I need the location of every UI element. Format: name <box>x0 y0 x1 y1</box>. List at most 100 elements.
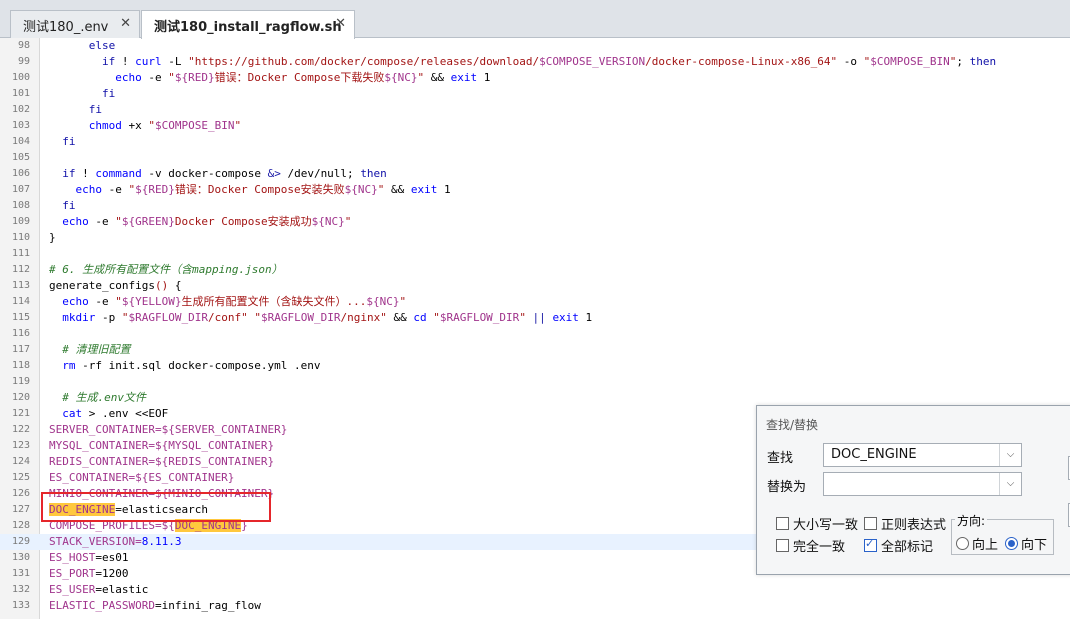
chevron-down-icon[interactable]: ⌵ <box>999 473 1021 495</box>
find-label: 查找 <box>767 451 794 466</box>
find-replace-dialog: 查找/替换 查找 DOC_ENGINE ⌵ 替换为 ⌵ 大小写一致 正则表达式 … <box>756 405 1070 575</box>
replace-input[interactable]: ⌵ <box>823 472 1022 496</box>
code-text: echo -e "${YELLOW}生成所有配置文件（含缺失文件）...${NC… <box>62 295 407 308</box>
red-annotation-box <box>41 492 271 522</box>
line-number: 119 <box>11 376 30 387</box>
code-text: fi <box>62 199 76 212</box>
code-line: 99 if ! curl -L "https://github.com/dock… <box>0 54 1070 70</box>
line-number: 126 <box>11 488 30 499</box>
code-line: 107 echo -e "${RED}错误：Docker Compose安装失败… <box>0 182 1070 198</box>
code-line: 120 # 生成.env文件 <box>0 390 1070 406</box>
line-number: 113 <box>11 280 30 291</box>
dialog-title: 查找/替换 <box>766 418 819 432</box>
line-number: 98 <box>17 40 30 51</box>
code-line: 117 # 清理旧配置 <box>0 342 1070 358</box>
code-line: 116 <box>0 326 1070 342</box>
line-number: 122 <box>11 424 30 435</box>
code-line: 115 mkdir -p "$RAGFLOW_DIR/conf" "$RAGFL… <box>0 310 1070 326</box>
code-line: 114 echo -e "${YELLOW}生成所有配置文件（含缺失文件）...… <box>0 294 1070 310</box>
code-line: 106 if ! command -v docker-compose &> /d… <box>0 166 1070 182</box>
close-icon[interactable]: ✕ <box>120 16 131 31</box>
code-text: rm -rf init.sql docker-compose.yml .env <box>62 359 321 372</box>
code-text: mkdir -p "$RAGFLOW_DIR/conf" "$RAGFLOW_D… <box>62 311 593 324</box>
line-number: 129 <box>11 536 30 547</box>
code-text: ELASTIC_PASSWORD=infini_rag_flow <box>49 599 261 612</box>
checkbox-label: 正则表达式 <box>881 518 947 533</box>
line-number: 130 <box>11 552 30 563</box>
line-number: 101 <box>11 88 30 99</box>
checkbox-icon <box>776 539 789 552</box>
code-line: 112 # 6. 生成所有配置文件（含mapping.json） <box>0 262 1070 278</box>
mark-all-checkbox[interactable]: 全部标记 <box>864 536 933 555</box>
tab-bar: 测试180_.env ✕ 测试180_install_ragflow.sh ✕ <box>0 0 1070 39</box>
radio-icon <box>956 537 969 550</box>
radio-selected-icon <box>1005 537 1018 550</box>
code-line: 132 ES_USER=elastic <box>0 582 1070 598</box>
checkbox-icon <box>776 517 789 530</box>
code-text: ES_USER=elastic <box>49 583 149 596</box>
line-number: 125 <box>11 472 30 483</box>
line-number: 103 <box>11 120 30 131</box>
code-text: # 清理旧配置 <box>62 343 131 356</box>
direction-up-radio[interactable]: 向上 <box>956 534 998 553</box>
code-text: fi <box>88 103 102 116</box>
checkbox-label: 大小写一致 <box>793 518 859 533</box>
line-number: 105 <box>11 152 30 163</box>
close-icon[interactable]: ✕ <box>335 16 346 31</box>
code-line: 110} <box>0 230 1070 246</box>
code-line: 101 fi <box>0 86 1070 102</box>
line-number: 132 <box>11 584 30 595</box>
code-line: 102 fi <box>0 102 1070 118</box>
find-input-value: DOC_ENGINE <box>831 447 917 462</box>
code-text: echo -e "${RED}错误：Docker Compose安装失败${NC… <box>75 183 451 196</box>
code-text: ES_PORT=1200 <box>49 567 129 580</box>
find-input[interactable]: DOC_ENGINE ⌵ <box>823 443 1022 467</box>
checkbox-label: 完全一致 <box>793 540 846 555</box>
line-number: 114 <box>11 296 30 307</box>
whole-word-checkbox[interactable]: 完全一致 <box>776 536 845 555</box>
line-number: 110 <box>11 232 30 243</box>
line-number: 124 <box>11 456 30 467</box>
checkbox-icon <box>864 517 877 530</box>
code-line: 113 generate_configs() { <box>0 278 1070 294</box>
line-number: 100 <box>11 72 30 83</box>
regex-checkbox[interactable]: 正则表达式 <box>864 514 946 533</box>
code-text: cat > .env <<EOF <box>62 407 169 420</box>
code-text: fi <box>101 87 116 100</box>
code-line: 111 <box>0 246 1070 262</box>
tab-install-script[interactable]: 测试180_install_ragflow.sh ✕ <box>141 10 355 39</box>
line-number: 117 <box>11 344 30 355</box>
line-number: 121 <box>11 408 30 419</box>
tab-label: 测试180_.env <box>23 20 109 35</box>
line-number: 128 <box>11 520 30 531</box>
line-number: 118 <box>11 360 30 371</box>
code-line: 118 rm -rf init.sql docker-compose.yml .… <box>0 358 1070 374</box>
code-line: 103 chmod +x "$COMPOSE_BIN" <box>0 118 1070 134</box>
line-number: 109 <box>11 216 30 227</box>
line-number: 112 <box>11 264 30 275</box>
code-text: fi <box>62 135 76 148</box>
direction-down-radio[interactable]: 向下 <box>1005 534 1047 553</box>
line-number: 111 <box>11 248 30 259</box>
chevron-down-icon[interactable]: ⌵ <box>999 444 1021 466</box>
checkbox-label: 全部标记 <box>881 540 934 555</box>
code-line: 100 echo -e "${RED}错误：Docker Compose下载失败… <box>0 70 1070 86</box>
line-number: 120 <box>11 392 30 403</box>
line-number: 131 <box>11 568 30 579</box>
match-case-checkbox[interactable]: 大小写一致 <box>776 514 858 533</box>
code-line: 98 else <box>0 38 1070 54</box>
code-text: } <box>49 231 56 244</box>
line-number: 107 <box>11 184 30 195</box>
line-number: 133 <box>11 600 30 611</box>
line-number: 123 <box>11 440 30 451</box>
line-number: 115 <box>11 312 30 323</box>
line-number: 106 <box>11 168 30 179</box>
tab-env[interactable]: 测试180_.env ✕ <box>10 10 140 38</box>
code-text: ES_HOST=es01 <box>49 551 129 564</box>
tab-label: 测试180_install_ragflow.sh <box>154 20 342 35</box>
code-text: echo -e "${GREEN}Docker Compose安装成功${NC}… <box>62 215 352 228</box>
line-number: 116 <box>11 328 30 339</box>
code-line: 109 echo -e "${GREEN}Docker Compose安装成功$… <box>0 214 1070 230</box>
code-line: 104 fi <box>0 134 1070 150</box>
code-text: MYSQL_CONTAINER=${MYSQL_CONTAINER} <box>49 439 275 452</box>
